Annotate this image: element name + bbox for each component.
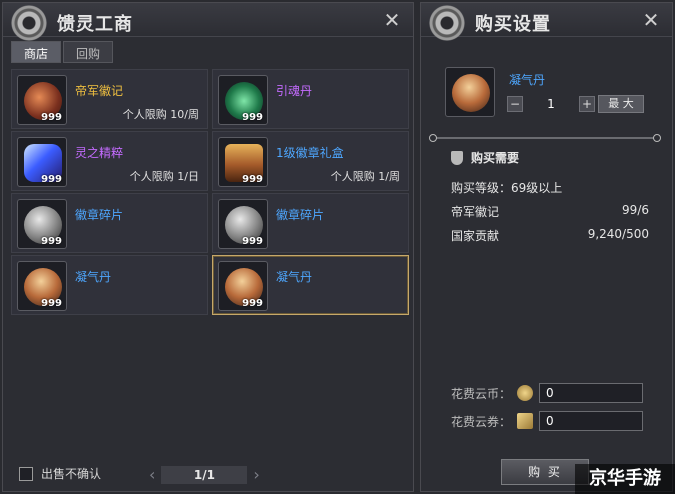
requirement-value: 9,240/500 [587,227,649,241]
tab-shop[interactable]: 商店 [11,41,62,63]
item-name: 灵之精粹 [75,146,124,160]
orb-icon: 999 [218,75,268,125]
divider [429,134,661,142]
purchase-panel: 购买设置 ✕ 凝气丹 − 1 + 最 大 购买需要 购买等级：69级以上 帝军徽… [420,2,673,492]
item-card[interactable]: 999 帝军徽记 个人限购 10/周 [11,69,208,129]
item-card[interactable]: 999 灵之精粹 个人限购 1/日 [11,131,208,191]
shop-titlebar: 馈灵工商 ✕ [3,3,413,41]
shield-icon [451,150,463,165]
item-limit: 个人限购 1/周 [330,170,400,183]
watermark: 京华手游 [575,464,675,494]
item-limit: 个人限购 10/周 [122,108,199,121]
fragment-icon: 999 [17,199,67,249]
page-indicator: 1/1 [161,465,248,484]
no-confirm-toggle[interactable]: 出售不确认 [19,465,101,482]
decrease-button[interactable]: − [507,96,523,112]
item-card-selected[interactable]: 999 凝气丹 [212,255,409,315]
checkbox[interactable] [19,466,33,481]
fragment-icon: 999 [218,199,268,249]
selected-item-name: 凝气丹 [509,73,546,87]
quantity-stepper: − 1 + 最 大 [507,95,644,113]
item-card[interactable]: 999 1级徽章礼盒 个人限购 1/周 [212,131,409,191]
requirement-label: 购买等级：69级以上 [451,181,563,195]
requirements-title: 购买需要 [471,151,520,165]
requirement-row: 购买等级：69级以上 [451,179,649,196]
close-icon[interactable]: ✕ [381,9,403,31]
fee-value-field: 0 [539,383,644,403]
pill-icon [445,67,495,117]
item-name: 凝气丹 [276,270,313,284]
item-name: 引魂丹 [276,84,313,98]
item-name: 徽章碎片 [276,208,325,222]
chest-icon: 999 [218,137,268,187]
item-name: 帝军徽记 [75,84,124,98]
chevron-right-icon[interactable]: › [253,465,259,484]
chevron-left-icon[interactable]: ‹ [149,465,155,484]
item-card[interactable]: 999 凝气丹 [11,255,208,315]
requirement-label: 国家贡献 [451,229,500,243]
max-button[interactable]: 最 大 [598,95,644,113]
fee-value-field: 0 [539,411,644,431]
item-card[interactable]: 999 引魂丹 [212,69,409,129]
fee-label: 花费云券： [451,414,512,429]
no-confirm-label: 出售不确认 [41,467,102,481]
requirement-value: 99/6 [622,203,649,217]
item-name: 1级徽章礼盒 [276,146,344,160]
purchase-title: 购买设置 [475,14,551,35]
gear-icon [11,5,47,41]
item-name: 徽章碎片 [75,208,124,222]
quantity-field[interactable]: 1 [526,96,576,112]
pager: ‹ 1/1 › [149,465,260,484]
fee-row-coins: 花费云币： 0 [451,383,644,403]
item-card[interactable]: 999 徽章碎片 [11,193,208,253]
requirements-header: 购买需要 [451,149,519,166]
close-icon[interactable]: ✕ [640,9,662,31]
item-limit: 个人限购 1/日 [129,170,199,183]
gear-icon [429,5,465,41]
coin-icon [517,385,534,401]
fee-row-tickets: 花费云券： 0 [451,411,644,431]
fee-label: 花费云币： [451,386,512,401]
requirement-row: 国家贡献 9,240/500 [451,227,649,244]
shop-tabs: 商店 回购 [11,41,114,63]
purchase-titlebar: 购买设置 ✕ [421,3,672,41]
item-grid: 999 帝军徽记 个人限购 10/周 999 引魂丹 999 灵之精粹 个人限购… [11,69,409,315]
ticket-icon [517,413,534,429]
pill-icon: 999 [218,261,268,311]
shop-panel: 馈灵工商 ✕ 商店 回购 999 帝军徽记 个人限购 10/周 999 引魂丹 [2,2,414,492]
requirement-row: 帝军徽记 99/6 [451,203,649,220]
tab-buyback[interactable]: 回购 [63,41,114,63]
token-icon: 999 [17,75,67,125]
pill-icon: 999 [17,261,67,311]
shop-title: 馈灵工商 [57,14,133,35]
crystal-icon: 999 [17,137,67,187]
increase-button[interactable]: + [579,96,595,112]
item-name: 凝气丹 [75,270,112,284]
item-card[interactable]: 999 徽章碎片 [212,193,409,253]
requirement-label: 帝军徽记 [451,205,500,219]
